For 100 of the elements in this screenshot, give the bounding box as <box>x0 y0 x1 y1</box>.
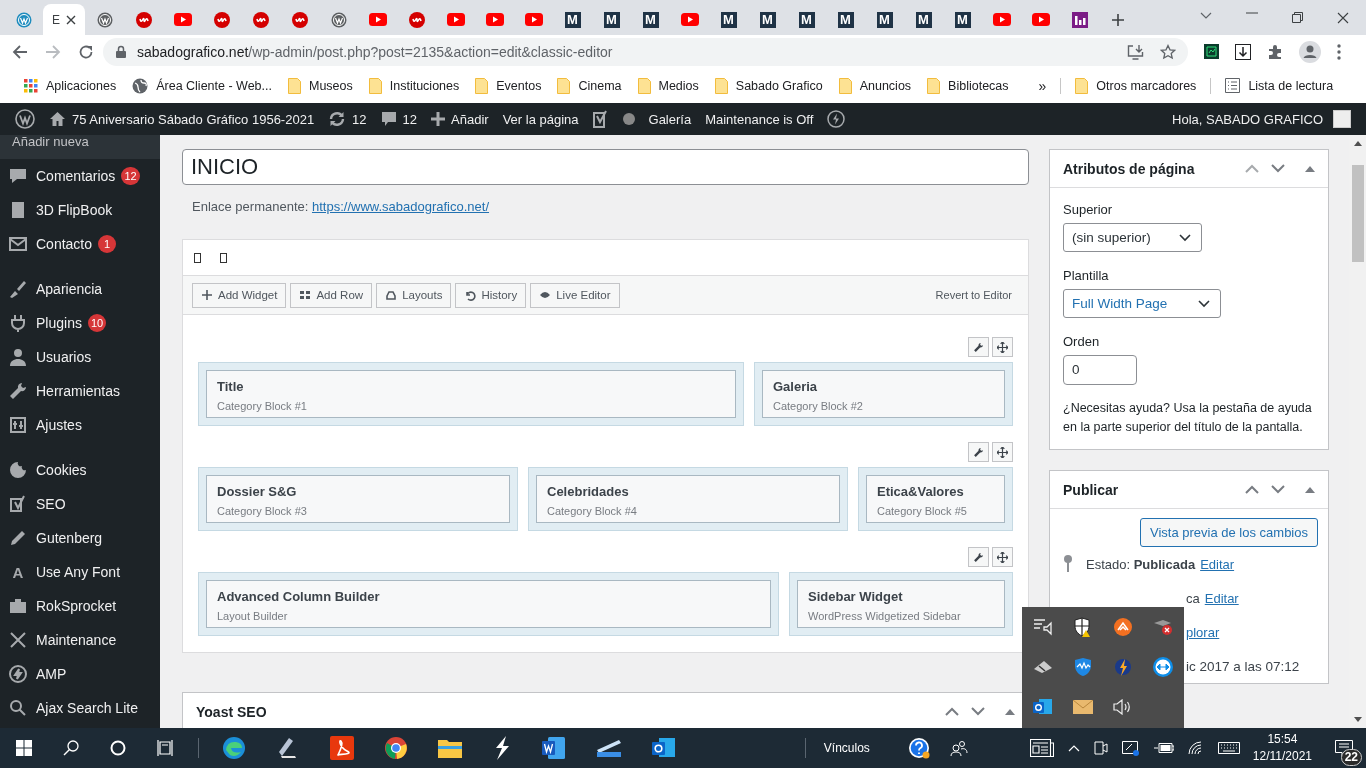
keyboard-icon[interactable] <box>1217 742 1240 754</box>
logo-icon[interactable] <box>15 109 35 129</box>
menu-icon[interactable] <box>1337 43 1341 60</box>
bookmark[interactable]: Instituciones <box>360 77 468 94</box>
bolt-circle-icon[interactable] <box>827 110 846 128</box>
account-link[interactable]: Hola, SABADO GRAFICO <box>1165 110 1358 128</box>
install-icon[interactable] <box>1127 43 1144 60</box>
download-icon[interactable] <box>1235 43 1251 60</box>
wrench-button[interactable] <box>968 442 989 462</box>
sidebar-item[interactable]: Ajax Search Lite <box>0 691 160 725</box>
wrench-button[interactable] <box>968 547 989 567</box>
toolbar-button[interactable]: Add Widget <box>192 282 287 308</box>
sidebar-item[interactable]: Comentarios 12 <box>0 159 160 193</box>
title-field[interactable]: INICIO <box>182 149 1029 185</box>
chevron-down-icon[interactable] <box>1271 485 1285 494</box>
edit-link[interactable]: Editar <box>1200 556 1235 572</box>
permalink-link[interactable]: https://www.sabadografico.net/ <box>312 199 490 214</box>
toolbar-button[interactable]: Layouts <box>376 282 452 308</box>
bookmark[interactable]: Otros marcadores <box>1067 77 1205 94</box>
toolbar-button[interactable]: Live Editor <box>530 282 620 308</box>
battery-icon[interactable] <box>1153 743 1174 753</box>
browser-tab[interactable]: M <box>826 4 865 35</box>
camera-icon[interactable] <box>1093 740 1108 756</box>
site-name-link[interactable]: 75 Aniversario Sábado Gráfico 1956-2021 <box>42 111 322 127</box>
order-field[interactable]: 0 <box>1063 355 1137 385</box>
bookmark[interactable]: Sabado Grafico <box>706 77 831 94</box>
browser-tab[interactable]: M <box>709 4 748 35</box>
restore-icon[interactable] <box>1292 12 1303 23</box>
preview-button[interactable]: Vista previa de los cambios <box>1140 518 1318 547</box>
sidebar-item[interactable]: Apariencia <box>0 272 160 306</box>
widget-card[interactable]: Etica&Valores Category Block #5 <box>866 475 1005 523</box>
back-icon[interactable] <box>12 43 28 60</box>
wrench-button[interactable] <box>968 337 989 357</box>
reload-icon[interactable] <box>78 43 94 60</box>
browser-tab[interactable]: M <box>943 4 982 35</box>
sidebar-item[interactable]: Cookies <box>0 453 160 487</box>
sidebar-item[interactable]: Usuarios <box>0 340 160 374</box>
bookmark[interactable]: Bibliotecas <box>919 77 1017 94</box>
more-bookmarks-button[interactable]: » <box>1030 77 1055 94</box>
bookmark[interactable]: Medios <box>629 77 707 94</box>
bookmark[interactable]: Eventos <box>467 77 550 94</box>
task-view-icon[interactable] <box>157 740 175 756</box>
scanner-icon[interactable] <box>596 738 622 758</box>
sidebar-item[interactable]: Plugins 10 <box>0 306 160 340</box>
bookmark[interactable]: Cinema <box>549 77 630 94</box>
maintenance-link[interactable]: Maintenance is Off <box>698 111 821 127</box>
widget-card[interactable]: Celebridades Category Block #4 <box>536 475 840 523</box>
toolbar-label[interactable]: Vínculos <box>823 741 870 755</box>
toolbar-button[interactable]: Add Row <box>290 282 373 308</box>
search-icon[interactable] <box>63 740 79 756</box>
browser-tab[interactable]: M <box>631 4 670 35</box>
sidebar-item[interactable]: Contacto 1 <box>0 227 160 261</box>
browser-tab[interactable]: M <box>553 4 592 35</box>
move-button[interactable] <box>992 337 1013 357</box>
chevron-down-icon[interactable] <box>1271 164 1285 173</box>
widget-card[interactable]: Advanced Column Builder Layout Builder <box>206 580 771 628</box>
updates-link[interactable]: 12 <box>321 111 374 127</box>
bookmark[interactable]: Área Cliente - Web... <box>124 77 280 94</box>
browser-tab[interactable]: M <box>787 4 826 35</box>
puzzle-icon[interactable] <box>1267 43 1283 60</box>
browser-tab[interactable]: M <box>865 4 904 35</box>
profile-icon[interactable] <box>1299 40 1321 63</box>
browser-tab[interactable]: M <box>904 4 943 35</box>
sidebar-item[interactable]: Gutenberg <box>0 521 160 555</box>
sidebar-item[interactable]: A Use Any Font <box>0 555 160 589</box>
move-button[interactable] <box>992 442 1013 462</box>
gallery-link[interactable]: Galería <box>641 111 699 127</box>
address-bar[interactable]: sabadografico.net/wp-admin/post.php?post=2135&action=edit&classic-editor <box>103 37 1188 66</box>
chevron-down-icon[interactable] <box>971 707 985 716</box>
sidebar-item[interactable]: AMP <box>0 657 160 691</box>
template-select[interactable]: Full Width Page <box>1063 289 1221 318</box>
sidebar-item[interactable]: Herramientas <box>0 374 160 408</box>
sidebar-item[interactable]: RokSprocket <box>0 589 160 623</box>
folder-icon[interactable] <box>438 738 462 758</box>
sidebar-item[interactable]: Ajustes <box>0 408 160 442</box>
parent-select[interactable]: (sin superior) <box>1063 223 1202 252</box>
close-icon[interactable] <box>1337 12 1349 24</box>
screen-icon[interactable] <box>1121 740 1140 756</box>
news-icon[interactable] <box>1029 739 1054 757</box>
revisions-link[interactable]: plorar <box>1186 624 1220 640</box>
browser-tab[interactable]: M <box>592 4 631 35</box>
help-icon[interactable] <box>907 737 930 759</box>
add-new-link[interactable]: Añadir <box>424 111 496 127</box>
revert-link[interactable]: Revert to Editor <box>935 289 1012 301</box>
edit-link[interactable]: Editar <box>1204 590 1239 606</box>
extension-icon[interactable] <box>1204 44 1219 59</box>
bookmark[interactable]: Museos <box>280 77 361 94</box>
document-icon[interactable] <box>542 736 566 760</box>
wifi-icon[interactable] <box>1187 741 1204 755</box>
reading-list-button[interactable]: Lista de lectura <box>1217 78 1342 93</box>
widget-card[interactable]: Dossier S&G Category Block #3 <box>206 475 510 523</box>
clock[interactable]: 15:54 12/11/2021 <box>1252 731 1312 765</box>
sidebar-item[interactable]: Maintenance <box>0 623 160 657</box>
circle-icon[interactable] <box>110 740 126 756</box>
start-icon[interactable] <box>16 740 32 756</box>
browser-tab[interactable]: E <box>43 4 85 35</box>
triangle-icon[interactable] <box>1005 708 1015 715</box>
toolbar-button[interactable]: History <box>455 282 527 308</box>
browser-icon[interactable] <box>222 736 246 760</box>
logo-icon[interactable] <box>592 110 609 128</box>
